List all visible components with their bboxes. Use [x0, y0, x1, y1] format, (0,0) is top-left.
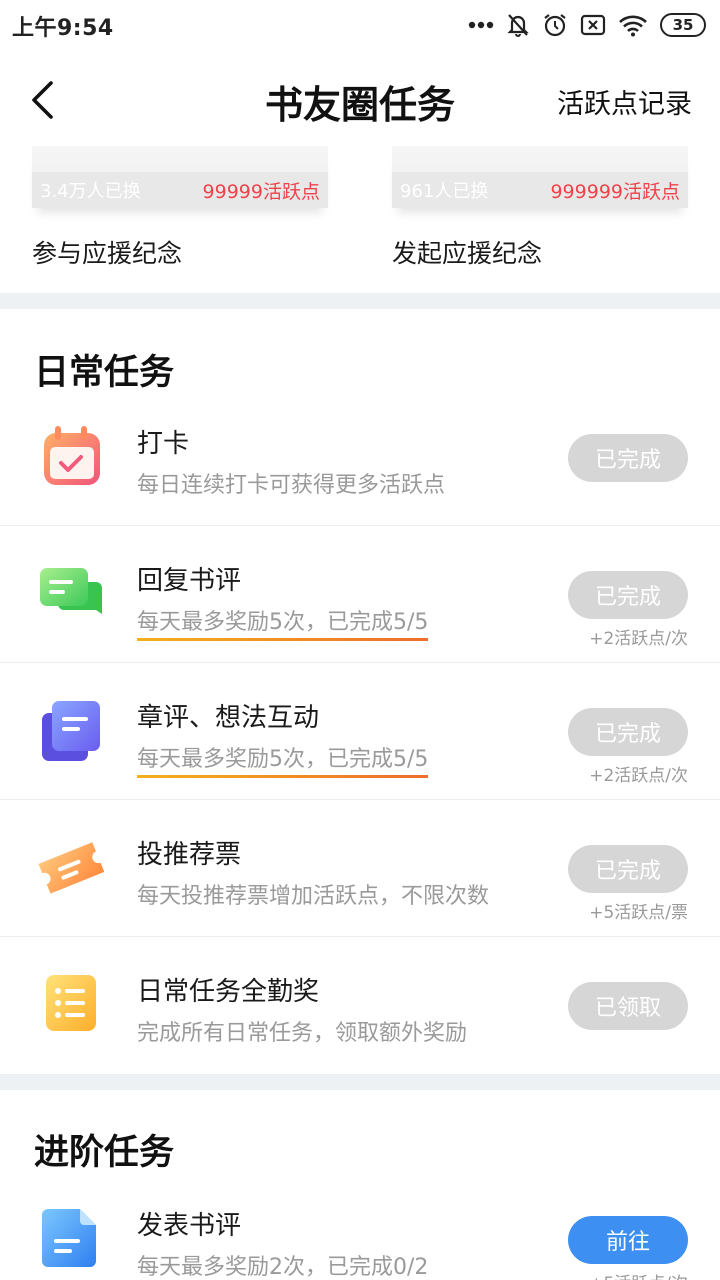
close-box-icon: [580, 14, 606, 36]
reward-card[interactable]: 3.4万人已换 99999活跃点: [32, 146, 328, 208]
chat-bubbles-icon: [36, 558, 106, 628]
task-desc: 每天最多奖励5次，已完成5/5: [137, 741, 429, 778]
document-icon: [36, 1203, 106, 1273]
status-time: 上午9:54: [12, 16, 114, 41]
task-desc: 每天最多奖励2次，已完成0/2: [137, 1255, 429, 1280]
reward-item[interactable]: 3.4万人已换 99999活跃点 参与应援纪念: [32, 146, 328, 270]
task-desc: 每天投推荐票增加活跃点，不限次数: [137, 884, 490, 909]
task-title: 回复书评: [137, 566, 242, 596]
reward-label: 发起应援纪念: [392, 239, 543, 268]
section-divider: [0, 1074, 720, 1090]
wifi-icon: [619, 15, 647, 37]
task-desc: 完成所有日常任务，领取额外奖励: [137, 1021, 468, 1046]
reward-label: 参与应援纪念: [32, 239, 183, 268]
list-icon: [36, 969, 106, 1039]
task-status-button[interactable]: 已完成: [568, 571, 688, 619]
alarm-icon: [544, 14, 566, 37]
task-status-button[interactable]: 已完成: [568, 708, 688, 756]
task-reply-review: 回复书评 每天最多奖励5次，已完成5/5 已完成 +2活跃点/次: [0, 526, 720, 663]
task-title: 日常任务全勤奖: [137, 977, 320, 1007]
task-publish-review: 发表书评 每天最多奖励2次，已完成0/2 前往 +5活跃点/次: [0, 1171, 720, 1280]
status-icons: 35: [468, 10, 706, 40]
section-divider: [0, 293, 720, 309]
task-title: 发表书评: [137, 1211, 242, 1241]
activity-record-link[interactable]: 活跃点记录: [557, 82, 692, 121]
reward-card[interactable]: 961人已换 999999活跃点: [392, 146, 688, 208]
ticket-icon: [36, 832, 106, 902]
task-reward: +5活跃点/次: [589, 1269, 688, 1280]
header: 书友圈任务 活跃点记录: [0, 60, 720, 140]
task-reward: +2活跃点/次: [589, 629, 688, 649]
task-title: 打卡: [137, 429, 190, 459]
task-chapter-interaction: 章评、想法互动 每天最多奖励5次，已完成5/5 已完成 +2活跃点/次: [0, 663, 720, 800]
task-title: 章评、想法互动: [137, 703, 320, 733]
task-desc: 每天最多奖励5次，已完成5/5: [137, 604, 429, 641]
mute-bell-icon: [507, 14, 529, 37]
reward-exchange-count: 961人已换: [400, 181, 489, 202]
task-reward: +2活跃点/次: [589, 766, 688, 786]
reward-info-bar: 3.4万人已换 99999活跃点: [32, 172, 328, 208]
reward-cost: 999999活跃点: [550, 180, 680, 203]
task-status-button[interactable]: 已完成: [568, 434, 688, 482]
dots-icon: [468, 21, 494, 29]
task-reward: +5活跃点/票: [589, 903, 688, 923]
daily-section-title: 日常任务: [34, 352, 175, 393]
task-desc: 每日连续打卡可获得更多活跃点: [137, 473, 446, 498]
status-bar: 上午9:54 35: [0, 0, 720, 52]
task-recommend-vote: 投推荐票 每天投推荐票增加活跃点，不限次数 已完成 +5活跃点/票: [0, 800, 720, 937]
reward-info-bar: 961人已换 999999活跃点: [392, 172, 688, 208]
notes-icon: [36, 695, 106, 765]
task-status-button[interactable]: 已领取: [568, 982, 688, 1030]
task-title: 投推荐票: [137, 840, 242, 870]
reward-list: 3.4万人已换 99999活跃点 参与应援纪念 961人已换 999999活跃点…: [0, 146, 720, 292]
reward-item[interactable]: 961人已换 999999活跃点 发起应援纪念: [392, 146, 688, 270]
task-status-button[interactable]: 已完成: [568, 845, 688, 893]
reward-exchange-count: 3.4万人已换: [40, 181, 141, 202]
advanced-section-title: 进阶任务: [34, 1132, 175, 1173]
go-button[interactable]: 前往: [568, 1216, 688, 1264]
calendar-check-icon: [36, 421, 106, 491]
battery-icon: 35: [660, 13, 706, 37]
reward-cost: 99999活跃点: [202, 180, 320, 203]
task-checkin: 打卡 每日连续打卡可获得更多活跃点 已完成: [0, 389, 720, 526]
task-full-attendance: 日常任务全勤奖 完成所有日常任务，领取额外奖励 已领取: [0, 937, 720, 1074]
